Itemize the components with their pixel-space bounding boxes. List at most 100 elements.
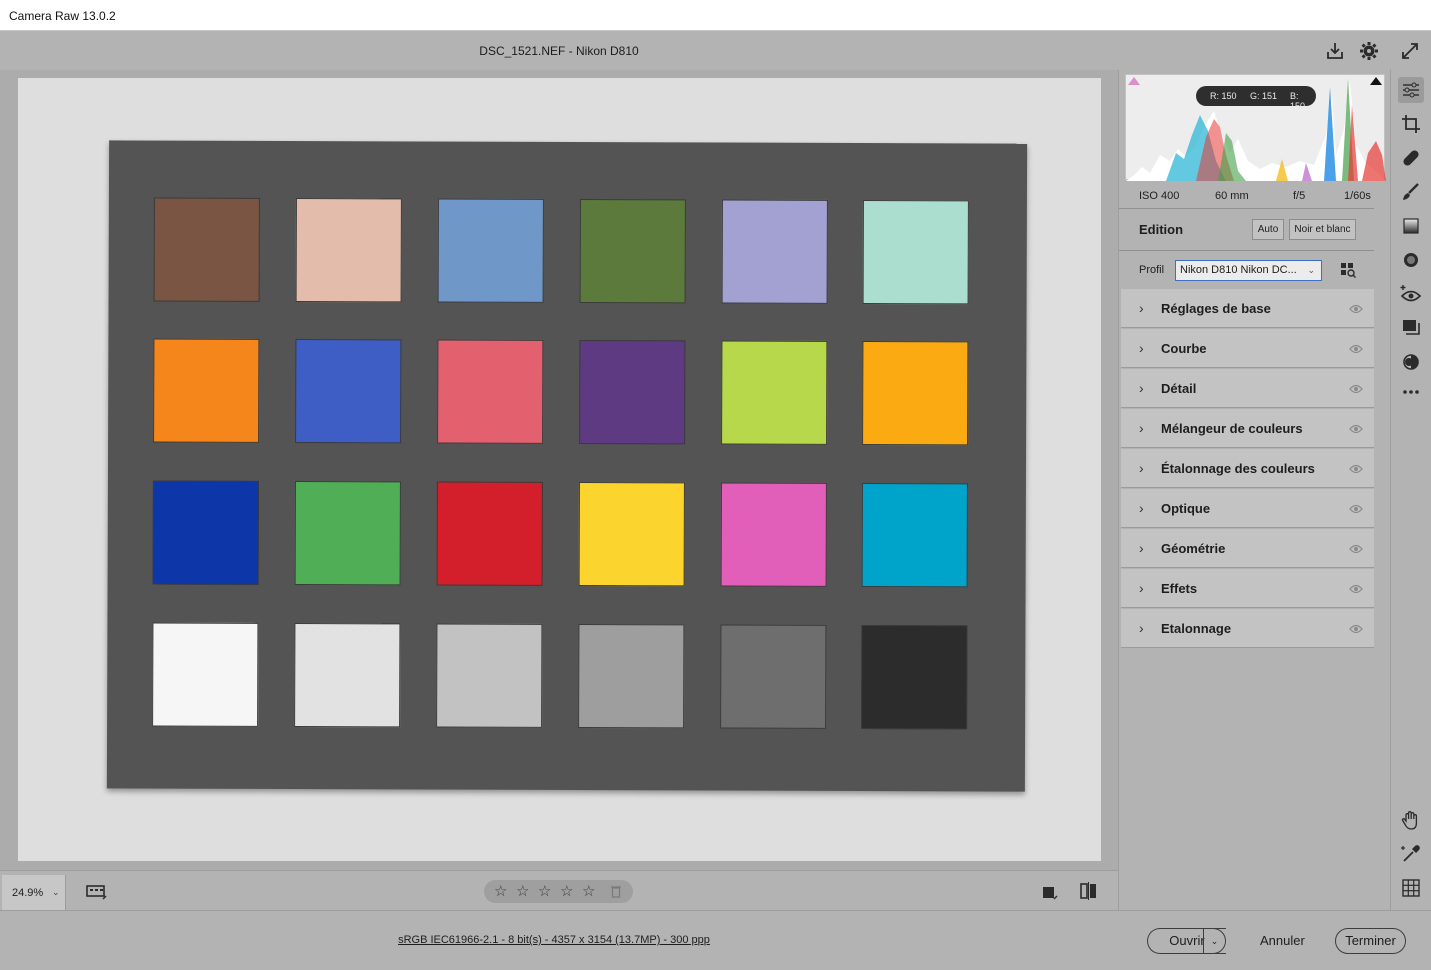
section-header[interactable]: › Effets — [1121, 569, 1374, 608]
gear-icon[interactable] — [1358, 40, 1380, 62]
star-icon[interactable]: ☆ — [494, 882, 507, 900]
filmstrip-icon[interactable] — [86, 883, 108, 901]
section-header[interactable]: › Mélangeur de couleurs — [1121, 409, 1374, 448]
divider — [1119, 250, 1374, 251]
color-patch — [436, 623, 543, 728]
profile-value: Nikon D810 Nikon DC... — [1180, 264, 1297, 276]
rating-bar: ☆ ☆ ☆ ☆ ☆ — [484, 880, 633, 903]
star-icon[interactable]: ☆ — [538, 882, 551, 900]
photo-preview[interactable] — [18, 78, 1101, 861]
workflow-options-link[interactable]: sRGB IEC61966-2.1 - 8 bit(s) - 4357 x 31… — [0, 934, 1108, 946]
section-header[interactable]: › Étalonnage des couleurs — [1121, 449, 1374, 488]
edit-sliders-icon[interactable] — [1398, 77, 1424, 103]
section-header[interactable]: › Géométrie — [1121, 529, 1374, 568]
chevron-right-icon: › — [1139, 620, 1144, 636]
single-view-icon[interactable] — [1042, 884, 1058, 900]
tool-strip — [1390, 70, 1431, 910]
section-label: Effets — [1161, 581, 1198, 596]
color-patch — [578, 482, 685, 587]
section-header[interactable]: › Etalonnage — [1121, 609, 1374, 648]
black-white-button[interactable]: Noir et blanc — [1289, 219, 1356, 240]
color-patch — [153, 197, 260, 302]
visibility-eye-icon[interactable] — [1349, 543, 1363, 554]
edition-title: Edition — [1139, 222, 1184, 237]
visibility-eye-icon[interactable] — [1349, 503, 1363, 514]
chevron-right-icon: › — [1139, 340, 1144, 356]
histogram: R: 150 G: 151 B: 150 — [1125, 74, 1386, 181]
section-header[interactable]: › Optique — [1121, 489, 1374, 528]
grid-icon[interactable] — [1398, 875, 1424, 901]
green-value: G: 151 — [1250, 91, 1278, 101]
color-patch — [437, 339, 544, 444]
trash-icon[interactable] — [611, 885, 621, 898]
visibility-eye-icon[interactable] — [1349, 583, 1363, 594]
chevron-right-icon: › — [1139, 500, 1144, 516]
color-patch — [294, 481, 401, 586]
title-bar: Camera Raw 13.0.2 — [0, 0, 1431, 31]
color-patch — [862, 341, 969, 446]
section-header[interactable]: › Réglages de base — [1121, 289, 1374, 328]
fullscreen-icon[interactable] — [1399, 40, 1421, 62]
hand-icon[interactable] — [1398, 807, 1424, 833]
zoom-value: 24.9% — [12, 887, 44, 899]
header-bar: DSC_1521.NEF - Nikon D810 — [0, 31, 1431, 70]
chevron-down-icon: ⌄ — [1307, 265, 1315, 275]
color-patch — [720, 624, 827, 729]
color-patch — [578, 624, 685, 729]
visibility-eye-icon[interactable] — [1349, 463, 1363, 474]
snapshots-icon[interactable] — [1398, 315, 1424, 341]
footer-bar: sRGB IEC61966-2.1 - 8 bit(s) - 4357 x 31… — [0, 910, 1431, 970]
red-value: R: 150 — [1210, 91, 1237, 101]
section-header[interactable]: › Courbe — [1121, 329, 1374, 368]
red-eye-icon[interactable] — [1398, 281, 1424, 307]
eyedropper-icon[interactable] — [1398, 841, 1424, 867]
save-icon[interactable] — [1324, 40, 1346, 62]
visibility-eye-icon[interactable] — [1349, 423, 1363, 434]
visibility-eye-icon[interactable] — [1349, 303, 1363, 314]
star-icon[interactable]: ☆ — [516, 882, 529, 900]
cancel-button[interactable]: Annuler — [1260, 933, 1305, 948]
presets-icon[interactable] — [1398, 349, 1424, 375]
color-checker-card — [106, 140, 1028, 792]
color-patch — [861, 625, 968, 730]
profile-label: Profil — [1139, 264, 1165, 276]
brush-icon[interactable] — [1398, 179, 1424, 205]
section-header[interactable]: › Détail — [1121, 369, 1374, 408]
section-label: Réglages de base — [1161, 301, 1271, 316]
star-icon[interactable]: ☆ — [560, 882, 573, 900]
section-label: Courbe — [1161, 341, 1207, 356]
profile-select[interactable]: Nikon D810 Nikon DC... ⌄ — [1175, 260, 1322, 281]
chevron-right-icon: › — [1139, 300, 1144, 316]
before-after-icon[interactable] — [1079, 882, 1099, 900]
healing-icon[interactable] — [1398, 145, 1424, 171]
visibility-eye-icon[interactable] — [1349, 383, 1363, 394]
star-icon[interactable]: ☆ — [582, 882, 595, 900]
shadow-clipping-icon[interactable] — [1128, 77, 1140, 85]
color-patch — [579, 340, 686, 445]
color-patch — [152, 622, 259, 727]
color-patch — [153, 338, 260, 443]
highlight-clipping-icon[interactable] — [1370, 77, 1382, 85]
rgb-readout: R: 150 G: 151 B: 150 — [1196, 86, 1316, 111]
color-patch — [862, 200, 969, 305]
chevron-right-icon: › — [1139, 420, 1144, 436]
visibility-eye-icon[interactable] — [1349, 623, 1363, 634]
file-name: DSC_1521.NEF - Nikon D810 — [479, 44, 639, 58]
radial-filter-icon[interactable] — [1398, 247, 1424, 273]
auto-button[interactable]: Auto — [1252, 219, 1284, 240]
zoom-select[interactable]: 24.9% ⌄ — [2, 875, 66, 910]
color-patch — [720, 482, 827, 587]
more-icon[interactable] — [1398, 379, 1424, 405]
done-button[interactable]: Terminer — [1335, 928, 1406, 954]
preview-area[interactable] — [0, 70, 1118, 870]
crop-icon[interactable] — [1398, 111, 1424, 137]
gradient-icon[interactable] — [1398, 213, 1424, 239]
exif-iso: ISO 400 — [1139, 190, 1180, 202]
preview-bottom-bar: 24.9% ⌄ ☆ ☆ ☆ ☆ ☆ — [0, 870, 1118, 910]
color-patch — [295, 198, 402, 303]
visibility-eye-icon[interactable] — [1349, 343, 1363, 354]
exif-aperture: f/5 — [1293, 190, 1306, 202]
profile-browser-icon[interactable] — [1340, 262, 1356, 278]
color-patch — [295, 339, 402, 444]
exif-shutter: 1/60s — [1344, 190, 1371, 202]
